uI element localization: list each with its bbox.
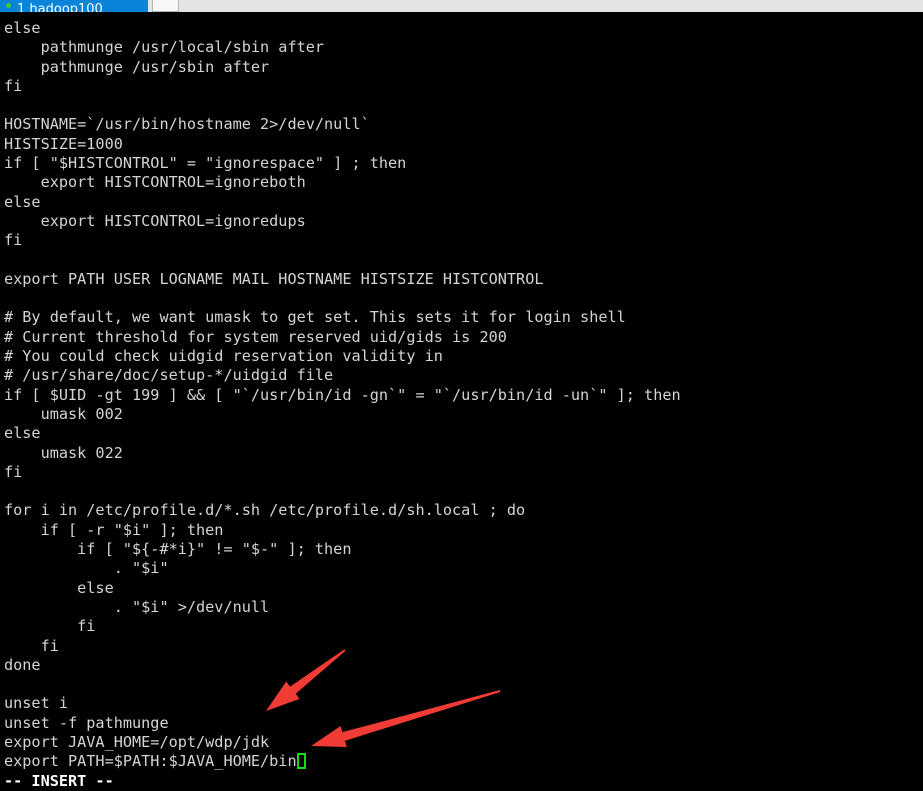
terminal-line: if [ "$HISTCONTROL" = "ignorespace" ] ; … [4, 154, 407, 173]
terminal-line: . "$i" [4, 559, 169, 578]
terminal-line: HOSTNAME=`/usr/bin/hostname 2>/dev/null` [4, 115, 370, 134]
terminal-line: fi [4, 231, 23, 250]
terminal-line: else [4, 19, 41, 37]
terminal-cursor-line: export PATH=$PATH:$JAVA_HOME/bin [4, 752, 923, 771]
terminal-line: else [4, 192, 41, 211]
vim-mode-status: -- INSERT -- [4, 771, 114, 790]
terminal-line: # You could check uidgid reservation val… [4, 347, 443, 366]
toolbar-button[interactable] [152, 0, 179, 12]
terminal-line: else [4, 578, 114, 597]
terminal-line: pathmunge /usr/sbin after [4, 57, 270, 76]
terminal-line: . "$i" >/dev/null [4, 597, 270, 616]
terminal-screen[interactable]: else pathmunge /usr/local/sbin after pat… [0, 12, 923, 791]
terminal-line: fi [4, 617, 96, 636]
session-tab-hadoop100[interactable]: 1 hadoop100 [0, 0, 148, 12]
terminal-text-buffer: else pathmunge /usr/local/sbin after pat… [4, 19, 923, 752]
terminal-line: if [ "${-#*i}" != "$-" ]; then [4, 540, 352, 559]
terminal-line: # /usr/share/doc/setup-*/uidgid file [4, 366, 334, 385]
terminal-line: if [ $UID -gt 199 ] && [ "`/usr/bin/id -… [4, 385, 681, 404]
terminal-line: else [4, 424, 41, 443]
terminal-line: fi [4, 76, 23, 95]
terminal-line: if [ -r "$i" ]; then [4, 520, 224, 539]
terminal-line: done [4, 655, 41, 674]
terminal-line: export JAVA_HOME=/opt/wdp/jdk [4, 732, 270, 751]
terminal-line: for i in /etc/profile.d/*.sh /etc/profil… [4, 501, 526, 520]
terminal-line: umask 022 [4, 443, 123, 462]
text-cursor [296, 753, 306, 770]
terminal-line: unset i [4, 694, 69, 713]
terminal-line: export PATH USER LOGNAME MAIL HOSTNAME H… [4, 269, 544, 288]
terminal-line: fi [4, 636, 59, 655]
terminal-line: fi [4, 462, 23, 481]
terminal-window: 1 hadoop100 else pathmunge /usr/local/sb… [0, 0, 923, 791]
cursor-line-text: export PATH=$PATH:$JAVA_HOME/bin [4, 752, 297, 771]
titlebar: 1 hadoop100 [0, 0, 923, 12]
toolbar-background [179, 0, 923, 12]
connection-status-dot [6, 3, 11, 8]
terminal-line: HISTSIZE=1000 [4, 134, 123, 153]
terminal-line: unset -f pathmunge [4, 713, 169, 732]
terminal-line: umask 002 [4, 404, 123, 423]
terminal-line: export HISTCONTROL=ignoredups [4, 211, 306, 230]
terminal-line: # Current threshold for system reserved … [4, 327, 507, 346]
terminal-line: pathmunge /usr/local/sbin after [4, 38, 325, 57]
terminal-line: export HISTCONTROL=ignoreboth [4, 173, 306, 192]
session-tab-label: 1 hadoop100 [17, 2, 103, 12]
terminal-line: # By default, we want umask to get set. … [4, 308, 626, 327]
